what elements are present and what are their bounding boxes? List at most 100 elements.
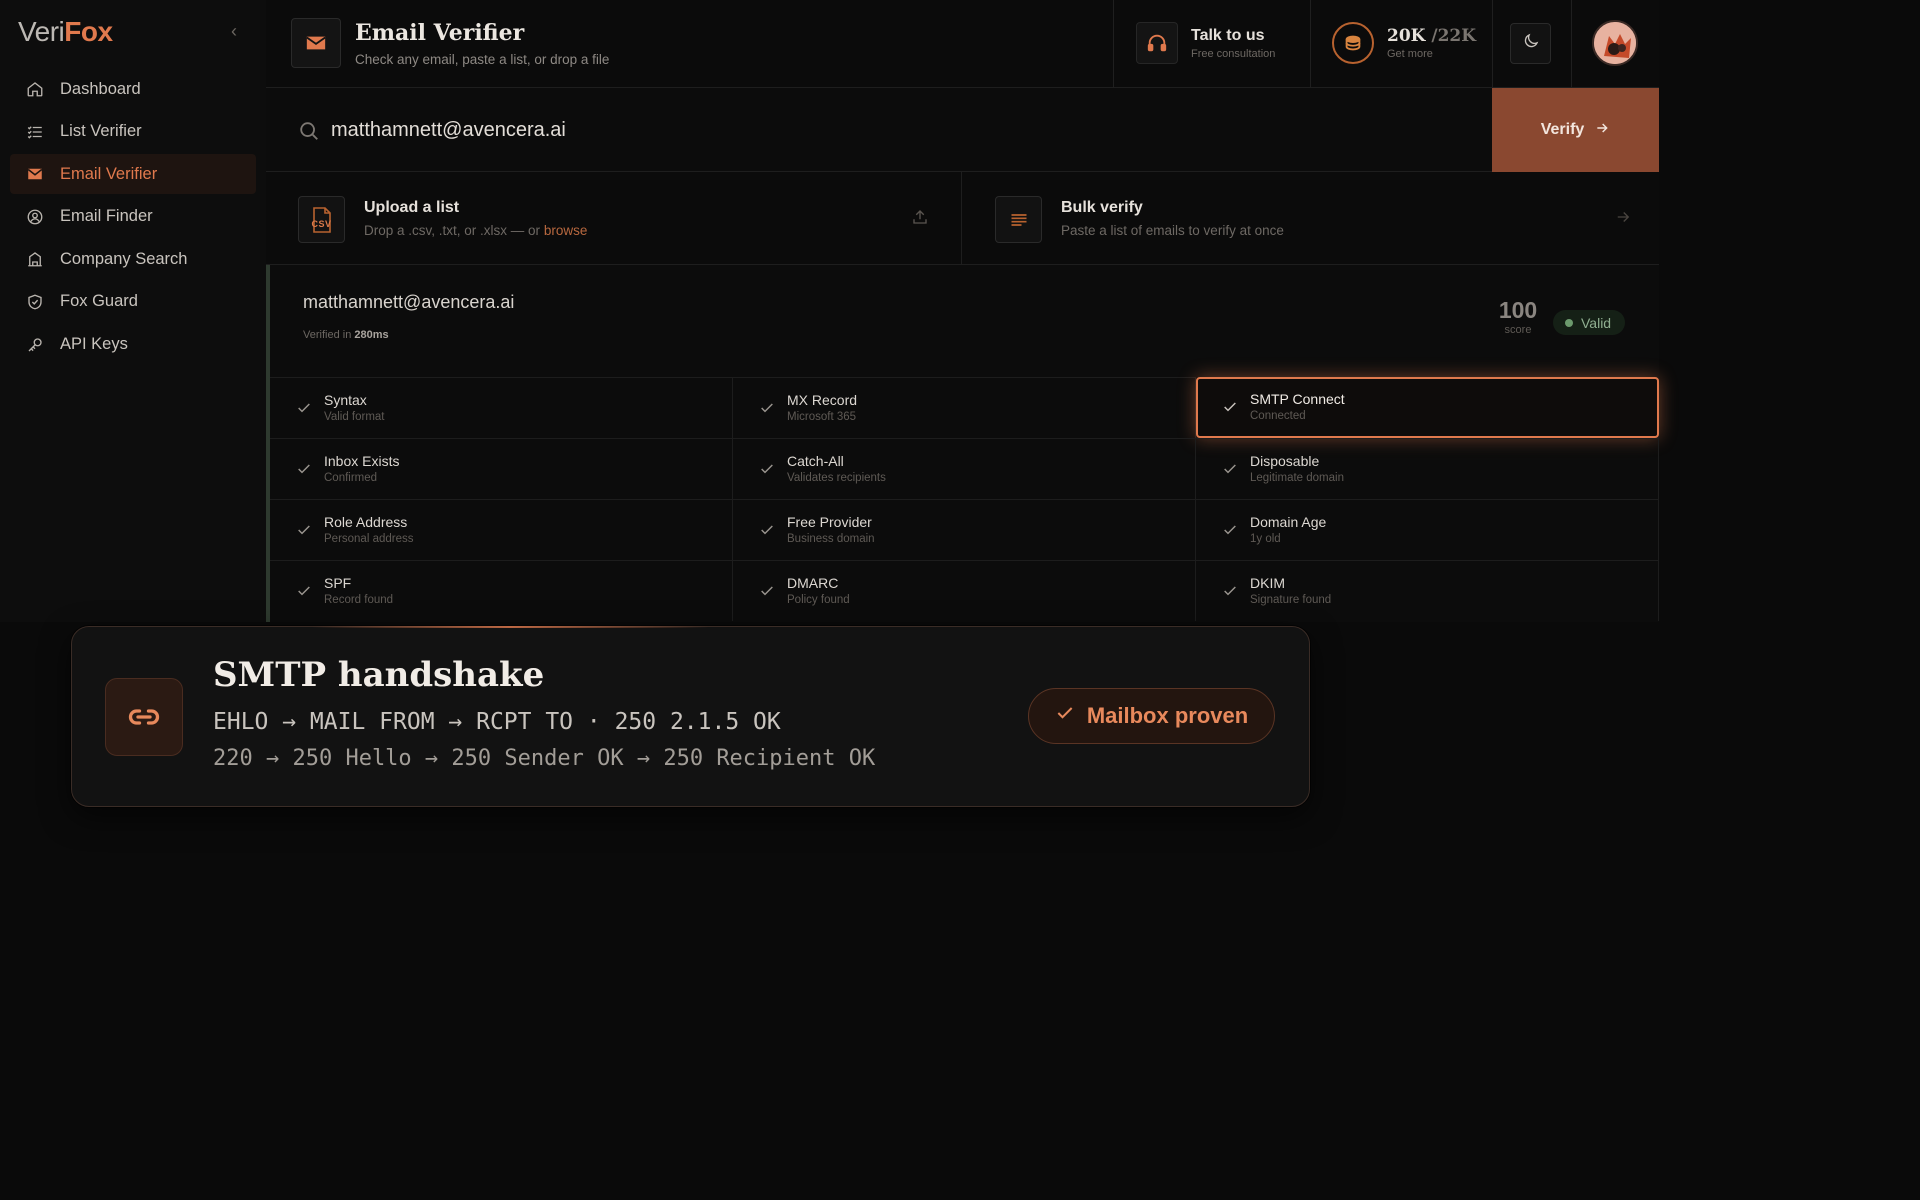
status-dot bbox=[1565, 318, 1573, 327]
sidebar-item-api-keys[interactable]: API Keys bbox=[10, 325, 256, 365]
bulk-verify-card[interactable]: Bulk verify Paste a list of emails to ve… bbox=[963, 172, 1659, 265]
shield-check-icon bbox=[24, 291, 46, 313]
score: 100 score bbox=[1493, 297, 1543, 336]
check-desc: Record found bbox=[324, 594, 394, 606]
check-icon bbox=[1222, 399, 1238, 420]
check-icon bbox=[1222, 583, 1238, 604]
sidebar-item-email-verifier[interactable]: Email Verifier bbox=[10, 154, 256, 195]
score-value: 100 bbox=[1498, 297, 1538, 323]
sidebar-item-label: Company Search bbox=[60, 249, 188, 268]
check-title: Inbox Exists bbox=[324, 453, 400, 469]
list-icon bbox=[24, 121, 46, 143]
collapse-sidebar-icon[interactable]: ‹ bbox=[226, 20, 242, 42]
check-icon bbox=[1222, 461, 1238, 482]
check-icon bbox=[1055, 703, 1075, 729]
check-desc: 1y old bbox=[1250, 533, 1281, 545]
status-text: Valid bbox=[1581, 314, 1612, 331]
building-icon bbox=[24, 248, 46, 270]
check-title: Syntax bbox=[324, 392, 367, 408]
talk-to-us-subtitle: Free consultation bbox=[1191, 48, 1276, 60]
credits-get-more[interactable]: Get more bbox=[1387, 48, 1433, 60]
sidebar-item-email-finder[interactable]: Email Finder bbox=[10, 197, 256, 237]
check-desc: Validates recipients bbox=[787, 472, 886, 484]
email-search-bar: Verify bbox=[266, 88, 1659, 172]
page-header: Email Verifier Check any email, paste a … bbox=[266, 0, 1659, 88]
check-desc: Business domain bbox=[787, 533, 875, 545]
email-input[interactable] bbox=[331, 110, 1431, 150]
check-icon bbox=[296, 400, 312, 421]
check-dmarc[interactable]: DMARC Policy found bbox=[733, 560, 1196, 621]
moon-icon bbox=[1522, 32, 1540, 55]
sidebar-item-list-verifier[interactable]: List Verifier bbox=[10, 112, 256, 152]
csv-file-icon: CSV bbox=[298, 196, 345, 243]
header-divider bbox=[1113, 0, 1114, 88]
brand-logo[interactable]: VeriFox bbox=[18, 16, 113, 48]
sidebar-item-company-search[interactable]: Company Search bbox=[10, 239, 256, 279]
check-desc: Legitimate domain bbox=[1250, 472, 1344, 484]
check-title: Catch-All bbox=[787, 453, 844, 469]
brand-logo-part1: Veri bbox=[18, 16, 65, 47]
check-dkim[interactable]: DKIM Signature found bbox=[1196, 560, 1659, 621]
mailbox-proven-badge: Mailbox proven bbox=[1028, 688, 1275, 744]
talk-to-us-title: Talk to us bbox=[1191, 27, 1265, 44]
upload-list-card[interactable]: CSV Upload a list Drop a .csv, .txt, or … bbox=[266, 172, 962, 265]
check-desc: Personal address bbox=[324, 533, 414, 545]
check-syntax[interactable]: Syntax Valid format bbox=[270, 377, 733, 438]
check-disposable[interactable]: Disposable Legitimate domain bbox=[1196, 438, 1659, 499]
sidebar-item-dashboard[interactable]: Dashboard bbox=[10, 69, 256, 109]
check-title: Disposable bbox=[1250, 453, 1320, 469]
check-title: DMARC bbox=[787, 575, 839, 591]
page-title: Email Verifier bbox=[355, 20, 525, 46]
overlay-line2: 220 → 250 Hello → 250 Sender OK → 250 Re… bbox=[213, 746, 876, 771]
header-divider bbox=[1310, 0, 1311, 88]
overlay-title: SMTP handshake bbox=[213, 655, 545, 695]
check-catch-all[interactable]: Catch-All Validates recipients bbox=[733, 438, 1196, 499]
check-inbox-exists[interactable]: Inbox Exists Confirmed bbox=[270, 438, 733, 499]
home-icon bbox=[24, 78, 46, 100]
verify-button[interactable]: Verify bbox=[1492, 88, 1659, 172]
credits-count: 20K /22K bbox=[1387, 26, 1476, 46]
sidebar-item-label: Fox Guard bbox=[60, 292, 138, 311]
coins-icon bbox=[1332, 22, 1374, 64]
check-smtp-connect[interactable]: SMTP Connect Connected bbox=[1196, 377, 1659, 438]
bulk-verify-desc: Paste a list of emails to verify at once bbox=[1061, 223, 1284, 238]
verified-time-prefix: Verified in bbox=[303, 329, 352, 341]
page-subtitle: Check any email, paste a list, or drop a… bbox=[355, 52, 610, 67]
input-options: CSV Upload a list Drop a .csv, .txt, or … bbox=[266, 172, 1659, 265]
check-desc: Confirmed bbox=[324, 472, 378, 484]
check-desc: Policy found bbox=[787, 594, 850, 606]
search-icon bbox=[298, 120, 320, 147]
check-title: DKIM bbox=[1250, 575, 1285, 591]
check-title: SMTP Connect bbox=[1250, 391, 1345, 407]
check-role-address[interactable]: Role Address Personal address bbox=[270, 499, 733, 560]
credits-widget[interactable]: 20K /22K Get more bbox=[1332, 22, 1482, 66]
upload-list-desc-text: Drop a .csv, .txt, or .xlsx — or bbox=[364, 223, 541, 238]
score-label: score bbox=[1504, 324, 1532, 336]
check-icon bbox=[296, 522, 312, 543]
browse-link[interactable]: browse bbox=[544, 223, 588, 238]
check-domain-age[interactable]: Domain Age 1y old bbox=[1196, 499, 1659, 560]
check-title: Free Provider bbox=[787, 514, 872, 530]
avatar[interactable] bbox=[1592, 20, 1638, 66]
check-desc: Connected bbox=[1250, 410, 1306, 422]
check-title: Domain Age bbox=[1250, 514, 1327, 530]
upload-list-title: Upload a list bbox=[364, 199, 460, 216]
header-divider bbox=[1571, 0, 1572, 88]
arrow-right-icon bbox=[1614, 208, 1632, 231]
check-title: SPF bbox=[324, 575, 352, 591]
check-spf[interactable]: SPF Record found bbox=[270, 560, 733, 621]
talk-to-us-button[interactable]: Talk to us Free consultation bbox=[1136, 22, 1312, 66]
sidebar-nav: Dashboard List Verifier Email Verifier E… bbox=[10, 69, 256, 367]
badge-text: Mailbox proven bbox=[1086, 703, 1249, 728]
theme-toggle-button[interactable] bbox=[1510, 23, 1551, 64]
check-title: MX Record bbox=[787, 392, 858, 408]
user-search-icon bbox=[24, 206, 46, 228]
checks-grid: Syntax Valid format MX Record Microsoft 36… bbox=[270, 377, 1659, 621]
check-free-provider[interactable]: Free Provider Business domain bbox=[733, 499, 1196, 560]
check-icon bbox=[1222, 522, 1238, 543]
header-divider bbox=[1492, 0, 1493, 88]
check-icon bbox=[759, 400, 775, 421]
sidebar-item-fox-guard[interactable]: Fox Guard bbox=[10, 282, 256, 322]
check-mx-record[interactable]: MX Record Microsoft 365 bbox=[733, 377, 1196, 438]
check-desc: Signature found bbox=[1250, 594, 1332, 606]
